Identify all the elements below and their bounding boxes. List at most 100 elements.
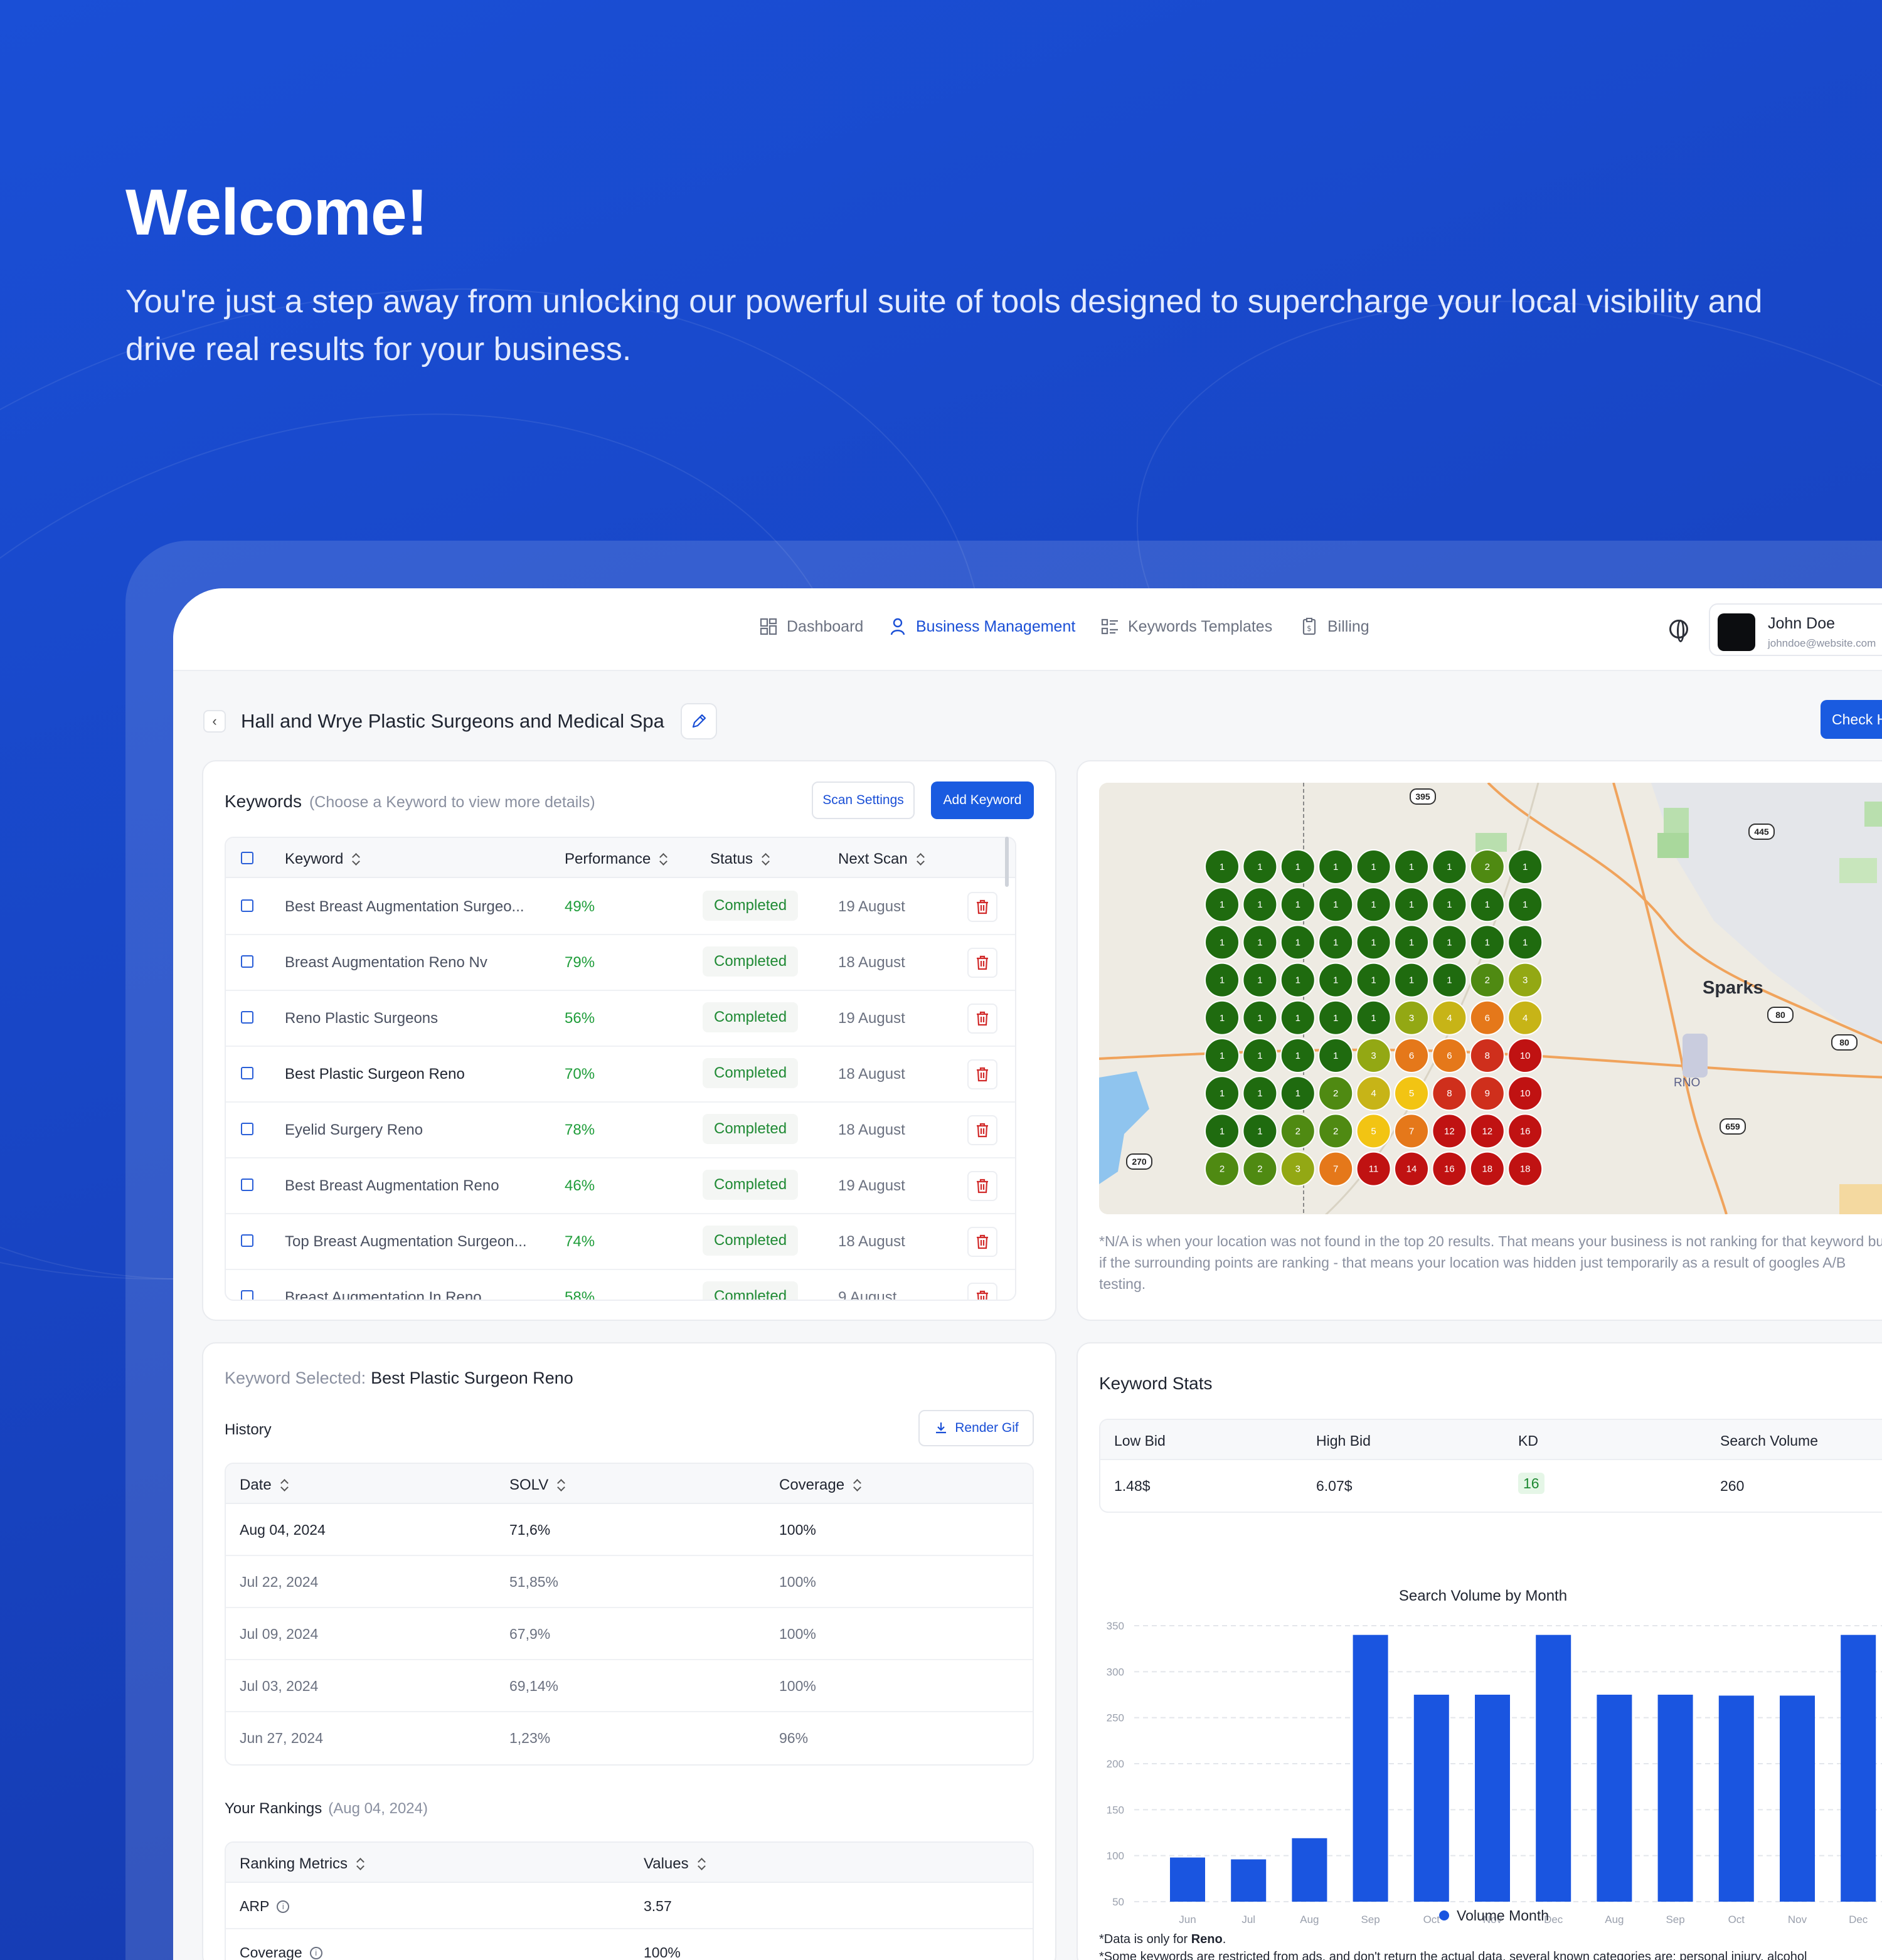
globe-icon[interactable] bbox=[1669, 620, 1688, 642]
table-row[interactable]: Jun 27, 2024 1,23% 96% bbox=[226, 1712, 1033, 1764]
trash-icon bbox=[977, 1179, 988, 1194]
col-ranking-metrics[interactable]: Ranking Metrics bbox=[240, 1855, 365, 1873]
note-city: Reno bbox=[1191, 1932, 1223, 1946]
bar[interactable] bbox=[1718, 1695, 1754, 1902]
col-next-scan[interactable]: Next Scan bbox=[838, 850, 925, 868]
delete-button[interactable] bbox=[967, 1115, 997, 1145]
bar[interactable] bbox=[1231, 1859, 1267, 1902]
status-badge: Completed bbox=[703, 1002, 799, 1032]
keyword-cell: Best Plastic Surgeon Reno bbox=[285, 1066, 465, 1083]
row-checkbox[interactable] bbox=[241, 955, 253, 968]
grid-point-rank: 1 bbox=[1220, 1051, 1225, 1061]
keyword-cell: Breast Augmentation In Reno bbox=[285, 1289, 482, 1301]
nav-billing-label: Billing bbox=[1327, 617, 1369, 635]
col-date[interactable]: Date bbox=[240, 1476, 289, 1494]
date-cell: Jun 27, 2024 bbox=[240, 1730, 324, 1746]
bar[interactable] bbox=[1292, 1838, 1327, 1902]
map-note: *N/A is when your location was not found… bbox=[1099, 1233, 1882, 1292]
bar[interactable] bbox=[1413, 1695, 1449, 1902]
delete-button[interactable] bbox=[967, 1227, 997, 1257]
back-button[interactable]: ‹ bbox=[203, 710, 226, 733]
grid-point-rank: 4 bbox=[1371, 1088, 1376, 1099]
rank-map[interactable]: 395 445 80 80 659 270 Sparks RNO 111111121111… bbox=[1099, 783, 1882, 1214]
keywords-scrollbar[interactable] bbox=[1005, 837, 1009, 887]
bar[interactable] bbox=[1841, 1634, 1876, 1902]
col-values[interactable]: Values bbox=[644, 1855, 706, 1873]
road-label: 270 bbox=[1132, 1157, 1147, 1167]
row-checkbox[interactable] bbox=[241, 1067, 253, 1079]
render-gif-button[interactable]: Render Gif bbox=[918, 1410, 1034, 1446]
grid-point-rank: 2 bbox=[1333, 1088, 1338, 1099]
row-checkbox[interactable] bbox=[241, 1290, 253, 1300]
chart-title: Search Volume by Month bbox=[1399, 1587, 1567, 1604]
table-row[interactable]: Aug 04, 2024 71,6% 100% bbox=[226, 1504, 1033, 1556]
table-row[interactable]: Best Breast Augmentation Surgeo... 49% Com… bbox=[226, 879, 1015, 935]
map-card: 395 445 80 80 659 270 Sparks RNO 111111121111… bbox=[1077, 760, 1882, 1321]
user-menu[interactable]: John Doe johndoe@website.com bbox=[1709, 603, 1882, 656]
grid-point-rank: 10 bbox=[1520, 1088, 1531, 1099]
history-title: History bbox=[225, 1421, 272, 1438]
performance-cell: 58% bbox=[565, 1289, 595, 1301]
col-performance[interactable]: Performance bbox=[565, 850, 668, 868]
status-badge: Completed bbox=[703, 891, 799, 921]
info-icon[interactable]: i bbox=[309, 1946, 322, 1959]
col-keyword[interactable]: Keyword bbox=[285, 850, 361, 868]
col-solv[interactable]: SOLV bbox=[509, 1476, 566, 1494]
delete-button[interactable] bbox=[967, 1283, 997, 1300]
grid-point-rank: 6 bbox=[1447, 1051, 1452, 1061]
add-keyword-button[interactable]: Add Keyword bbox=[931, 781, 1034, 819]
delete-button[interactable] bbox=[967, 1059, 997, 1089]
table-row[interactable]: Breast Augmentation Reno Nv 79% Completed 1… bbox=[226, 935, 1015, 991]
sort-icon bbox=[280, 1478, 289, 1492]
bar[interactable] bbox=[1475, 1695, 1510, 1902]
select-all-checkbox[interactable] bbox=[241, 852, 253, 864]
nav-business-management[interactable]: Business Management bbox=[888, 617, 1075, 636]
row-checkbox[interactable] bbox=[241, 1123, 253, 1135]
history-table-body: Aug 04, 2024 71,6% 100% Jul 22, 2024 51,85% 1… bbox=[226, 1504, 1033, 1764]
table-row[interactable]: Jul 22, 2024 51,85% 100% bbox=[226, 1556, 1033, 1608]
row-checkbox[interactable] bbox=[241, 899, 253, 912]
nav-billing[interactable]: $ Billing bbox=[1300, 617, 1369, 636]
row-checkbox[interactable] bbox=[241, 1179, 253, 1191]
table-row[interactable]: Best Plastic Surgeon Reno 70% Completed 18 … bbox=[226, 1047, 1015, 1103]
row-checkbox[interactable] bbox=[241, 1011, 253, 1024]
table-row[interactable]: Jul 09, 2024 67,9% 100% bbox=[226, 1608, 1033, 1660]
nav-keywords-templates[interactable]: Keywords Templates bbox=[1100, 617, 1272, 636]
table-row[interactable]: Reno Plastic Surgeons 56% Completed 19 Augu… bbox=[226, 991, 1015, 1047]
nav-dashboard[interactable]: Dashboard bbox=[759, 617, 863, 636]
bar[interactable] bbox=[1780, 1695, 1815, 1902]
col-status-label: Status bbox=[710, 850, 753, 867]
legend-swatch bbox=[1439, 1910, 1449, 1920]
table-row[interactable]: Breast Augmentation In Reno 58% Completed 9… bbox=[226, 1270, 1015, 1301]
bar[interactable] bbox=[1657, 1695, 1693, 1902]
keyword-cell: Best Breast Augmentation Surgeo... bbox=[285, 898, 524, 915]
edit-button[interactable] bbox=[680, 703, 717, 739]
row-checkbox[interactable] bbox=[241, 1234, 253, 1247]
check-button[interactable]: Check H bbox=[1821, 700, 1882, 739]
bar[interactable] bbox=[1597, 1695, 1632, 1902]
grid-point-rank: 1 bbox=[1220, 1013, 1225, 1024]
keyword-details-card: Keyword Selected: Best Plastic Surgeon Re… bbox=[202, 1342, 1056, 1960]
delete-button[interactable] bbox=[967, 1004, 997, 1034]
table-row[interactable]: Best Breast Augmentation Reno 46% Complete… bbox=[226, 1158, 1015, 1214]
table-row[interactable]: Jul 03, 2024 69,14% 100% bbox=[226, 1660, 1033, 1712]
col-status[interactable]: Status bbox=[710, 850, 770, 868]
trash-icon bbox=[977, 899, 988, 914]
kd-badge: 16 bbox=[1518, 1473, 1544, 1494]
grid-point-rank: 1 bbox=[1295, 1013, 1300, 1024]
info-icon[interactable]: i bbox=[277, 1900, 290, 1913]
table-row[interactable]: Top Breast Augmentation Surgeon... 74% Com… bbox=[226, 1214, 1015, 1270]
bar[interactable] bbox=[1353, 1634, 1388, 1902]
col-coverage[interactable]: Coverage bbox=[779, 1476, 862, 1494]
bar[interactable] bbox=[1170, 1857, 1205, 1902]
next-scan-cell: 19 August bbox=[838, 898, 905, 915]
grid-point-rank: 1 bbox=[1371, 862, 1376, 872]
delete-button[interactable] bbox=[967, 948, 997, 978]
delete-button[interactable] bbox=[967, 1171, 997, 1201]
scan-settings-button[interactable]: Scan Settings bbox=[812, 781, 915, 819]
delete-button[interactable] bbox=[967, 892, 997, 922]
coverage-cell: 100% bbox=[779, 1574, 816, 1590]
table-row[interactable]: Eyelid Surgery Reno 78% Completed 18 August bbox=[226, 1103, 1015, 1158]
col-kd: KD bbox=[1518, 1433, 1538, 1449]
bar[interactable] bbox=[1536, 1634, 1571, 1902]
